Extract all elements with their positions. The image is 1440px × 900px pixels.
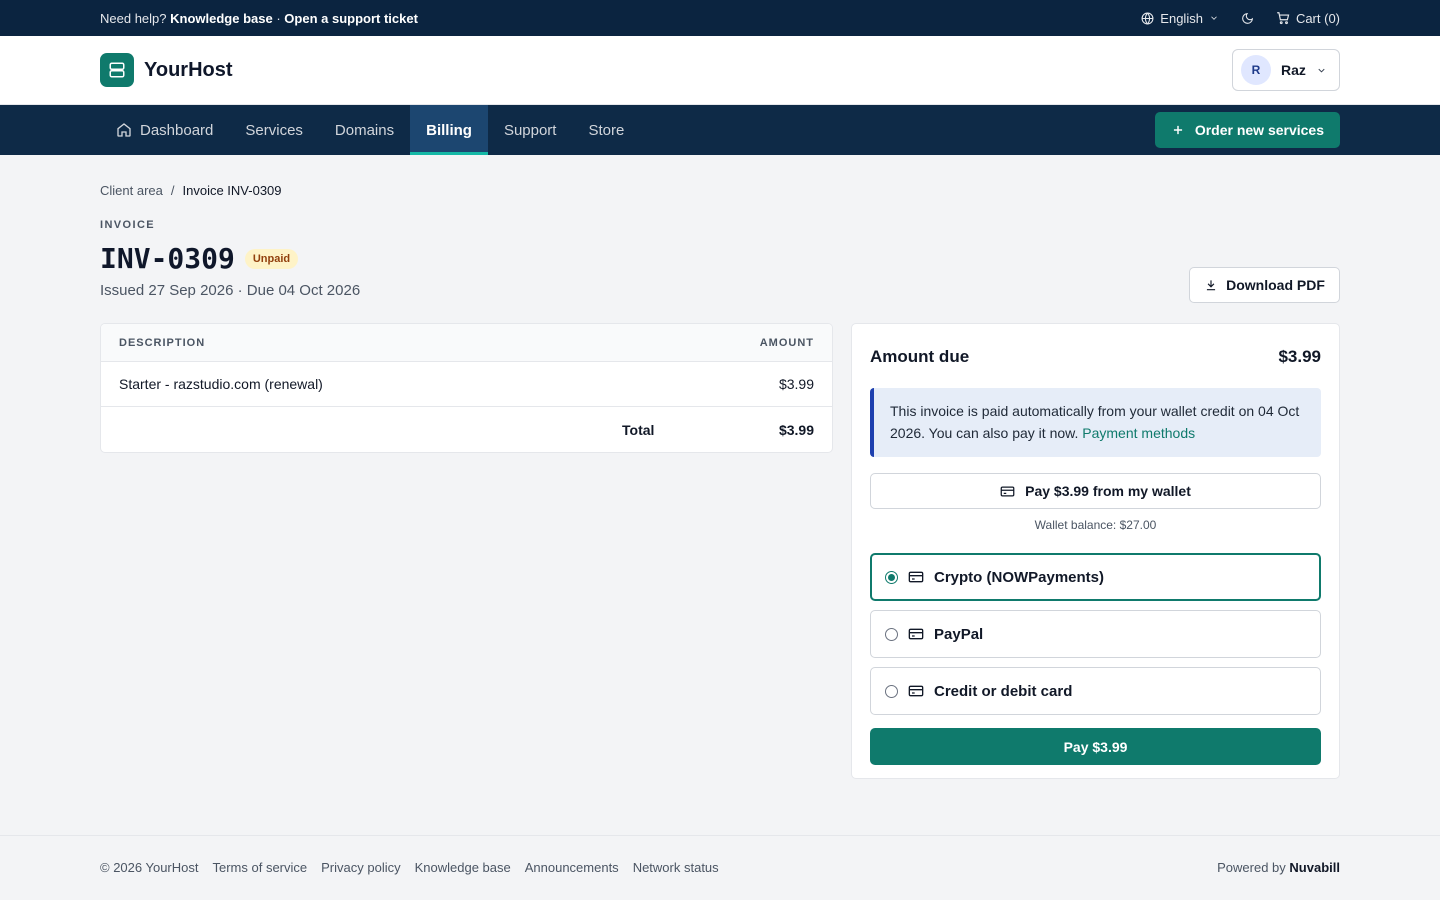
breadcrumb-current: Invoice INV-0309 [182, 183, 282, 198]
footer-link-privacy[interactable]: Privacy policy [321, 860, 400, 875]
moon-icon [1242, 12, 1253, 24]
amount-due-row: Amount due $3.99 [870, 342, 1321, 372]
total-row: Total $3.99 [101, 407, 832, 452]
nav-label: Support [503, 121, 557, 139]
cart-link[interactable]: Cart (0) [1276, 11, 1340, 26]
user-name: Raz [1281, 62, 1306, 78]
cart-icon [1277, 12, 1290, 25]
knowledge-base-link[interactable]: Knowledge base [170, 11, 273, 26]
footer-link-network-status[interactable]: Network status [633, 860, 719, 875]
breadcrumb: Client area / Invoice INV-0309 [100, 183, 282, 198]
powered-by-brand[interactable]: Nuvabill [1289, 860, 1340, 875]
powered-by: Powered by Nuvabill [1217, 860, 1340, 875]
column-amount: AMOUNT [759, 336, 814, 349]
total-value: $3.99 [778, 421, 814, 438]
nav-label: Dashboard [140, 121, 214, 139]
order-new-services-button[interactable]: Order new services [1154, 112, 1340, 148]
breadcrumb-separator: / [170, 183, 175, 198]
invoice-dates: Issued 27 Sep 2026 · Due 04 Oct 2026 [100, 282, 361, 299]
footer-link-terms[interactable]: Terms of service [212, 860, 307, 875]
support-ticket-link[interactable]: Open a support ticket [284, 11, 418, 26]
payment-method-label: PayPal [934, 625, 984, 643]
copyright: © 2026 YourHost [100, 859, 199, 875]
avatar: R [1241, 55, 1271, 85]
line-amount: $3.99 [778, 376, 814, 392]
payment-method-label: Credit or debit card [934, 682, 1073, 700]
globe-icon [1141, 12, 1154, 24]
site-header: YourHost R Raz [0, 36, 1440, 105]
payment-methods-link[interactable]: Payment methods [1082, 425, 1195, 441]
invoice-items-table: DESCRIPTION AMOUNT Starter - razstudio.c… [100, 323, 833, 453]
wallet-balance: Wallet balance: $27.00 [1034, 518, 1157, 532]
status-badge: Unpaid [244, 248, 299, 269]
plus-icon [1173, 125, 1182, 135]
payment-method-list: Crypto (NOWPayments) PayPal Credit or de… [870, 553, 1321, 715]
footer-link-knowledge-base[interactable]: Knowledge base [415, 860, 511, 875]
payment-method-paypal[interactable]: PayPal [870, 610, 1321, 658]
nav-item-support[interactable]: Support [488, 105, 573, 155]
line-description: Starter - razstudio.com (renewal) [119, 376, 323, 392]
radio-unselected[interactable] [885, 627, 898, 641]
pay-from-wallet-button[interactable]: Pay $3.99 from my wallet [870, 473, 1321, 509]
radio-unselected[interactable] [885, 684, 898, 698]
amount-due-label: Amount due [870, 347, 970, 366]
credit-card-icon [908, 685, 924, 697]
credit-card-icon [1000, 486, 1015, 496]
help-separator: · [276, 10, 281, 26]
payment-method-crypto[interactable]: Crypto (NOWPayments) [870, 553, 1321, 601]
amount-due-value: $3.99 [1278, 347, 1321, 366]
footer-links: © 2026 YourHost Terms of service Privacy… [100, 860, 719, 875]
nav-label: Billing [426, 121, 472, 139]
cart-label: Cart (0) [1295, 10, 1340, 26]
nav-item-services[interactable]: Services [229, 105, 319, 155]
brand[interactable]: YourHost [100, 53, 233, 87]
main-nav: Dashboard Services Domains Billing Suppo… [0, 105, 1440, 155]
top-bar: Need help? Knowledge base · Open a suppo… [0, 0, 1440, 36]
chevron-down-icon [1211, 16, 1217, 20]
wallet-button-label: Pay $3.99 from my wallet [1025, 483, 1191, 499]
chevron-down-icon [1318, 68, 1325, 73]
download-pdf-label: Download PDF [1226, 277, 1325, 293]
nav-item-store[interactable]: Store [572, 105, 640, 155]
theme-toggle[interactable] [1241, 12, 1254, 25]
total-label: Total [622, 421, 655, 438]
nav-label: Store [588, 121, 625, 139]
nav-label: Services [245, 121, 303, 139]
nav-item-dashboard[interactable]: Dashboard [100, 105, 229, 155]
brand-name: YourHost [144, 58, 233, 81]
column-description: DESCRIPTION [119, 336, 206, 349]
invoice-title-row: INV-0309 Unpaid [100, 242, 299, 275]
powered-by-prefix: Powered by [1217, 859, 1286, 875]
credit-card-icon [908, 571, 924, 583]
credit-card-icon [908, 628, 924, 640]
auto-pay-notice: This invoice is paid automatically from … [870, 388, 1321, 457]
invoice-eyebrow: INVOICE [100, 219, 156, 231]
footer-link-announcements[interactable]: Announcements [525, 860, 619, 875]
help-text: Need help? Knowledge base · Open a suppo… [100, 11, 418, 26]
download-icon [1207, 280, 1216, 291]
nav-label: Domains [334, 121, 395, 139]
radio-selected[interactable] [885, 570, 898, 584]
user-menu-button[interactable]: R Raz [1232, 49, 1340, 91]
order-button-label: Order new services [1194, 122, 1324, 138]
download-pdf-button[interactable]: Download PDF [1189, 267, 1340, 303]
table-header: DESCRIPTION AMOUNT [101, 324, 832, 362]
nav-item-billing[interactable]: Billing [410, 105, 488, 155]
nav-item-domains[interactable]: Domains [319, 105, 410, 155]
payment-panel: Amount due $3.99 This invoice is paid au… [851, 323, 1340, 779]
help-prefix: Need help? [100, 10, 167, 26]
language-selector[interactable]: English [1141, 11, 1219, 26]
site-footer: © 2026 YourHost Terms of service Privacy… [0, 835, 1440, 900]
breadcrumb-client-area[interactable]: Client area [100, 183, 163, 198]
home-icon [117, 123, 131, 137]
language-label: English [1160, 10, 1203, 26]
table-row: Starter - razstudio.com (renewal) $3.99 [101, 362, 832, 407]
pay-button[interactable]: Pay $3.99 [870, 728, 1321, 765]
payment-method-card[interactable]: Credit or debit card [870, 667, 1321, 715]
page-title: INV-0309 [100, 242, 235, 275]
server-logo-icon [100, 53, 134, 87]
payment-method-label: Crypto (NOWPayments) [934, 568, 1105, 586]
